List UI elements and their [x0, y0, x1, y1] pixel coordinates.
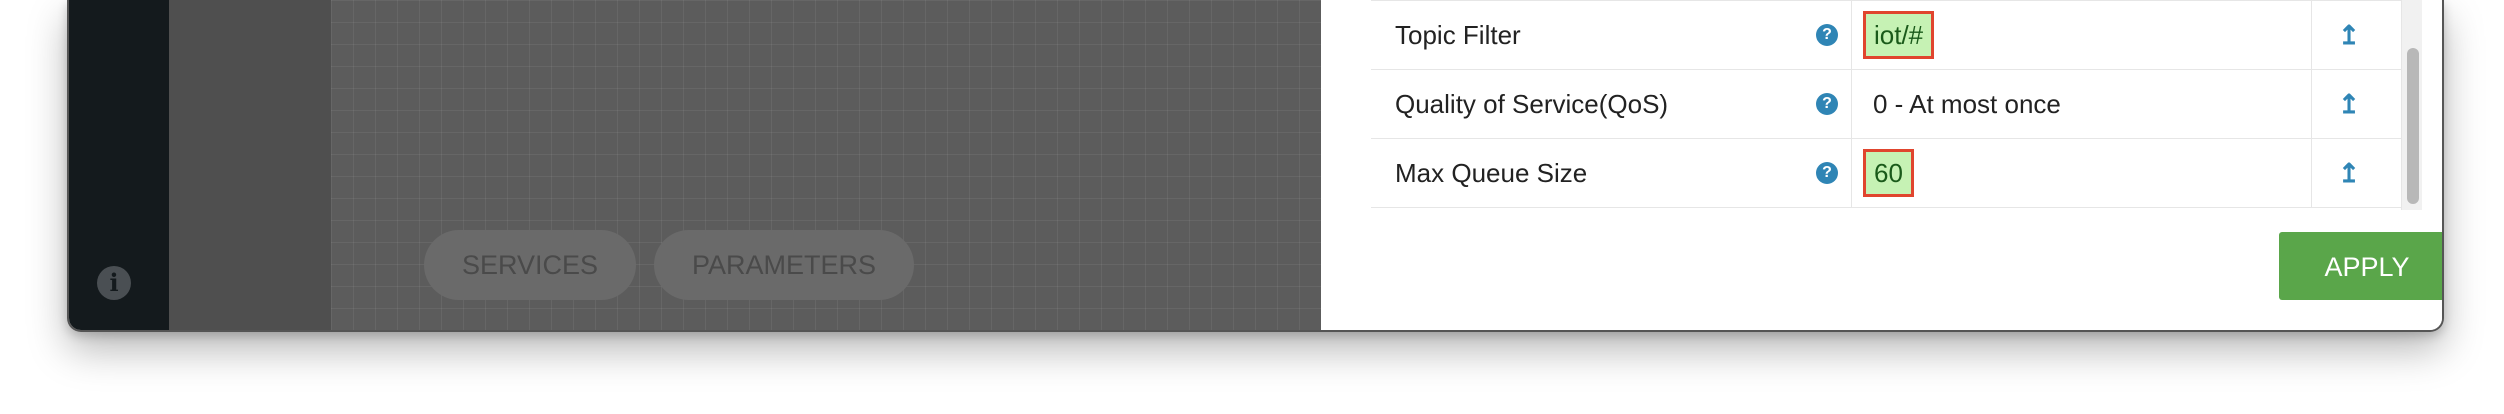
apply-button[interactable]: APPLY — [2279, 232, 2442, 300]
topic-filter-value[interactable]: iot/# — [1863, 11, 1935, 59]
properties-table: Topic Filter ? iot/# ↥ Quality of Servic… — [1371, 0, 2411, 208]
column-divider — [2311, 70, 2312, 138]
question-circle-icon[interactable]: ? — [1816, 93, 1838, 115]
reset-arrow-icon[interactable]: ↥ — [2331, 86, 2367, 122]
reset-arrow-icon[interactable]: ↥ — [2331, 155, 2367, 191]
column-divider — [2311, 139, 2312, 207]
column-divider — [2311, 1, 2312, 69]
scrollbar-thumb[interactable] — [2407, 48, 2419, 204]
property-label: Quality of Service(QoS) — [1395, 89, 1669, 119]
info-icon[interactable]: i — [97, 266, 131, 300]
property-row-topic-filter: Topic Filter ? iot/# ↥ — [1371, 0, 2411, 70]
question-circle-icon[interactable]: ? — [1816, 24, 1838, 46]
tab-parameters[interactable]: PARAMETERS — [654, 230, 914, 300]
property-label: Topic Filter — [1395, 20, 1521, 50]
reset-arrow-icon[interactable]: ↥ — [2331, 17, 2367, 53]
app-window: i SERVICES PARAMETERS Topic Filter ? iot… — [67, 0, 2444, 332]
properties-panel: Topic Filter ? iot/# ↥ Quality of Servic… — [1321, 0, 2442, 330]
max-queue-size-value[interactable]: 60 — [1863, 149, 1914, 197]
sidebar: i — [69, 0, 169, 330]
property-row-qos: Quality of Service(QoS) ? 0 - At most on… — [1371, 70, 2411, 139]
property-row-max-queue-size: Max Queue Size ? 60 ↥ — [1371, 139, 2411, 208]
property-label: Max Queue Size — [1395, 158, 1588, 188]
canvas-left-strip — [169, 0, 331, 330]
column-divider — [1851, 70, 1852, 138]
question-circle-icon[interactable]: ? — [1816, 162, 1838, 184]
flow-canvas[interactable]: SERVICES PARAMETERS — [169, 0, 1321, 330]
qos-value[interactable]: 0 - At most once — [1863, 80, 2071, 128]
column-divider — [1851, 139, 1852, 207]
tab-services[interactable]: SERVICES — [424, 230, 636, 300]
column-divider — [1851, 1, 1852, 69]
